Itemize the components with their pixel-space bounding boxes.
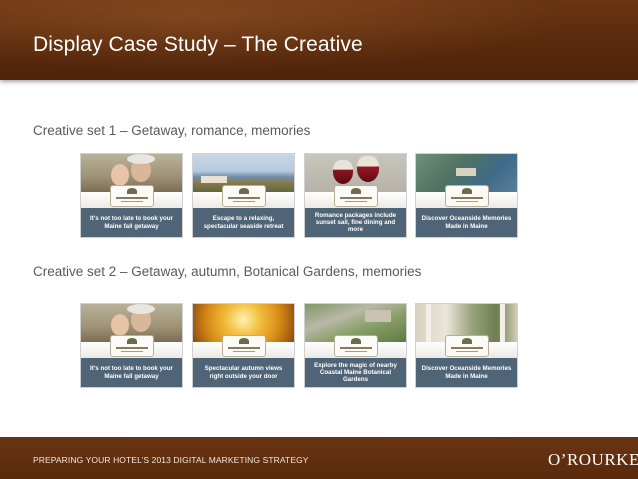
- logo-tagline: [345, 201, 367, 202]
- wine-glass-left: [333, 160, 353, 184]
- inn-logo: [334, 185, 378, 207]
- inn-logo: [110, 185, 154, 207]
- logo-tagline: [121, 201, 143, 202]
- logo-mark: [351, 338, 361, 344]
- footer-text: PREPARING YOUR HOTEL’S 2013 DIGITAL MARK…: [33, 455, 309, 465]
- logo-wordmark: [451, 347, 483, 349]
- logo-mark: [239, 188, 249, 194]
- woman-face: [111, 164, 129, 186]
- hotel-buildings: [456, 168, 476, 176]
- building: [201, 176, 227, 183]
- ad-caption: Spectacular autumn views right outside y…: [193, 358, 294, 387]
- logo-tagline: [345, 351, 367, 352]
- slide-title: Display Case Study – The Creative: [33, 33, 363, 56]
- logo-mark: [462, 188, 472, 194]
- logo-tagline: [121, 351, 143, 352]
- footer-bar: PREPARING YOUR HOTEL’S 2013 DIGITAL MARK…: [0, 437, 638, 479]
- set2-ad-2: Spectacular autumn views right outside y…: [192, 303, 295, 388]
- set1-ad-3: Romance packages include sunset sail, fi…: [304, 153, 407, 238]
- logo-tagline: [456, 351, 478, 352]
- woman-face: [111, 314, 129, 336]
- set2-ad-1: It's not too late to book your Maine fal…: [80, 303, 183, 388]
- logo-mark: [462, 338, 472, 344]
- logo-mark: [351, 188, 361, 194]
- ad-caption: Romance packages include sunset sail, fi…: [305, 208, 406, 237]
- set1-ad-4: Discover Oceanside Memories Made in Main…: [415, 153, 518, 238]
- ad-caption: It's not too late to book your Maine fal…: [81, 208, 182, 237]
- logo-wordmark: [228, 347, 260, 349]
- ad-caption: Discover Oceanside Memories Made in Main…: [416, 358, 517, 387]
- set2-ad-4: Discover Oceanside Memories Made in Main…: [415, 303, 518, 388]
- porch-column: [426, 304, 431, 342]
- porch-column: [500, 304, 505, 342]
- ad-caption: Escape to a relaxing, spectacular seasid…: [193, 208, 294, 237]
- inn-logo: [445, 335, 489, 357]
- logo-mark: [239, 338, 249, 344]
- logo-tagline: [456, 201, 478, 202]
- wine-glass-right: [357, 156, 379, 182]
- logo-wordmark: [451, 197, 483, 199]
- set1-ad-2: Escape to a relaxing, spectacular seasid…: [192, 153, 295, 238]
- set1-ad-1: It's not too late to book your Maine fal…: [80, 153, 183, 238]
- garden-building: [365, 310, 391, 322]
- logo-wordmark: [116, 347, 148, 349]
- gray-hair: [127, 154, 155, 164]
- inn-logo: [110, 335, 154, 357]
- ad-caption: Discover Oceanside Memories Made in Main…: [416, 208, 517, 237]
- logo-wordmark: [116, 197, 148, 199]
- inn-logo: [222, 335, 266, 357]
- gray-hair: [127, 304, 155, 314]
- orourke-logo: O’ROURKE: [548, 450, 638, 469]
- creative-set-1-label: Creative set 1 – Getaway, romance, memor…: [33, 123, 311, 138]
- logo-mark: [127, 188, 137, 194]
- logo-mark: [127, 338, 137, 344]
- logo-wordmark: [228, 197, 260, 199]
- ad-caption: It's not too late to book your Maine fal…: [81, 358, 182, 387]
- logo-wordmark: [340, 197, 372, 199]
- set2-ad-3: Explore the magic of nearby Coastal Main…: [304, 303, 407, 388]
- logo-tagline: [233, 201, 255, 202]
- logo-wordmark: [340, 347, 372, 349]
- title-bar: Display Case Study – The Creative: [0, 0, 638, 80]
- logo-tagline: [233, 351, 255, 352]
- inn-logo: [222, 185, 266, 207]
- inn-logo: [334, 335, 378, 357]
- ad-caption: Explore the magic of nearby Coastal Main…: [305, 358, 406, 387]
- inn-logo: [445, 185, 489, 207]
- creative-set-2-label: Creative set 2 – Getaway, autumn, Botani…: [33, 264, 422, 279]
